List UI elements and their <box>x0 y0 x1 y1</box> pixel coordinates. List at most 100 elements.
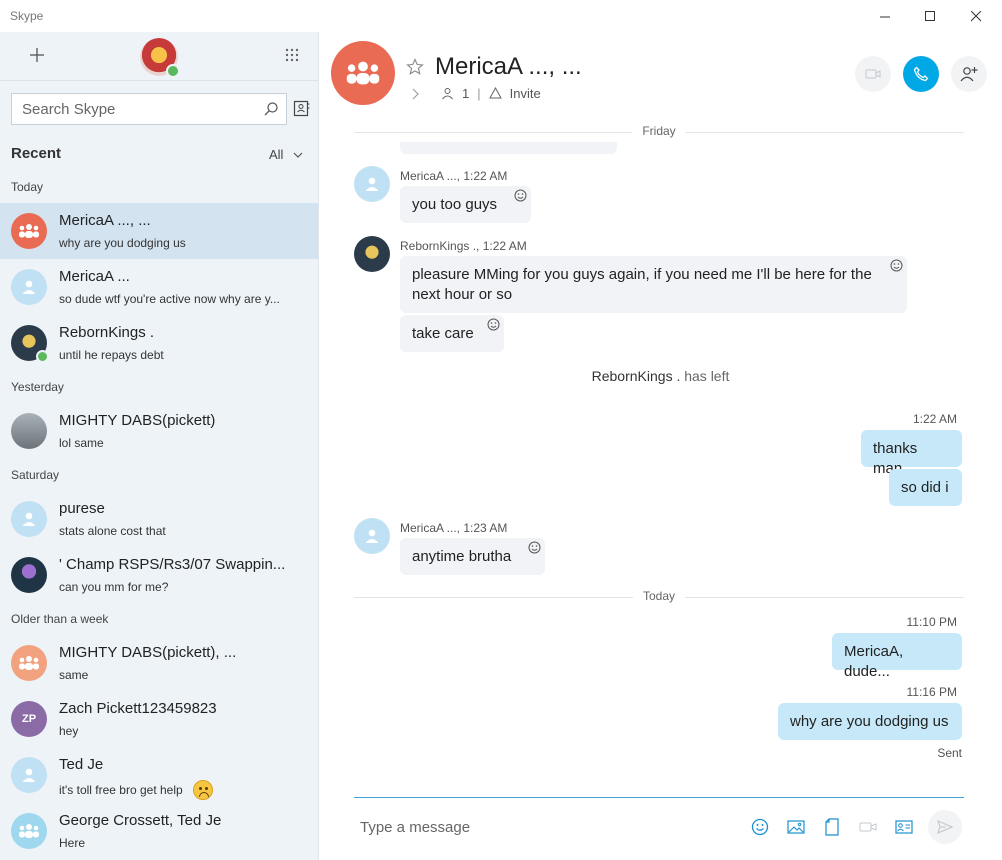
user-avatar <box>11 501 47 537</box>
video-message-button[interactable] <box>858 817 878 837</box>
message-bubble[interactable]: anytime brutha <box>400 538 545 575</box>
conversation-name: Ted Je <box>59 756 104 773</box>
emoji-button[interactable] <box>750 817 770 837</box>
contacts-book-icon[interactable] <box>293 100 310 117</box>
chevron-down-icon <box>294 152 303 158</box>
add-person-icon <box>960 67 978 82</box>
compose-divider <box>354 797 964 798</box>
recent-filter-label: All <box>269 147 284 162</box>
previous-message-bubble[interactable] <box>400 142 617 154</box>
search-input[interactable] <box>22 100 252 118</box>
message-input[interactable] <box>360 812 740 842</box>
group-label-older: Older than a week <box>11 612 109 626</box>
search-icon <box>264 102 278 116</box>
chevron-right-icon[interactable] <box>411 88 419 100</box>
conversation-preview: hey <box>59 724 79 738</box>
smiley-react-icon[interactable] <box>514 189 527 202</box>
message-meta: MericaA ..., 1:22 AM <box>400 169 507 183</box>
message-meta: RebornKings ., 1:22 AM <box>400 239 527 253</box>
conversation-item[interactable]: ' Champ RSPS/Rs3/07 Swappin... can you m… <box>0 547 318 603</box>
system-message-action: has left <box>684 368 730 384</box>
maximize-icon <box>924 10 935 21</box>
participants-icon <box>442 88 453 100</box>
message-time: 1:23 AM <box>463 521 508 535</box>
message-time: 11:16 PM <box>906 685 957 699</box>
conversation-name: ' Champ RSPS/Rs3/07 Swappin... <box>59 556 286 573</box>
sidebar-toolbar <box>0 32 318 80</box>
user-avatar <box>11 413 47 449</box>
send-image-button[interactable] <box>786 817 806 837</box>
sad-face-emoji-icon <box>192 780 213 800</box>
day-separator-label: Friday <box>632 124 686 138</box>
sender-avatar[interactable] <box>354 236 390 272</box>
conversation-preview: stats alone cost that <box>59 524 166 538</box>
close-button[interactable] <box>953 0 999 32</box>
user-avatar <box>11 325 49 363</box>
sender-name: MericaA ..., <box>400 169 461 183</box>
conversation-preview-text: it's toll free bro get help <box>59 783 183 797</box>
system-message: RebornKings . has left <box>319 368 1002 384</box>
meta-separator: | <box>477 86 481 101</box>
video-call-button[interactable] <box>855 56 891 92</box>
message-list[interactable]: Friday MericaA ..., 1:22 AM you too guys… <box>319 116 1002 796</box>
smiley-react-icon[interactable] <box>890 259 903 272</box>
sent-status: Sent <box>937 746 962 760</box>
conversation-item[interactable]: MIGHTY DABS(pickett), ... same <box>0 635 318 691</box>
group-people-icon <box>19 656 39 670</box>
outgoing-message-bubble[interactable]: thanks man <box>861 430 962 477</box>
message-bubble[interactable]: you too guys <box>400 186 531 223</box>
outgoing-message-bubble[interactable]: MericaA, dude... <box>832 633 962 680</box>
user-avatar <box>11 757 47 793</box>
message-time: 1:22 AM <box>482 239 527 253</box>
conversation-item[interactable]: RebornKings . until he repays debt <box>0 315 318 371</box>
chat-group-avatar[interactable] <box>331 41 395 105</box>
conversation-item[interactable]: purese stats alone cost that <box>0 491 318 547</box>
chat-meta: 1 | Invite <box>411 86 541 101</box>
day-separator-label: Today <box>632 589 686 603</box>
chat-title[interactable]: MericaA ..., ... <box>435 53 582 81</box>
send-button[interactable] <box>928 810 962 844</box>
conversation-item[interactable]: Ted Je it's toll free bro get help <box>0 747 318 803</box>
message-meta: MericaA ..., 1:23 AM <box>400 521 507 535</box>
conversation-item[interactable]: MericaA ..., ... why are you dodging us <box>0 203 318 259</box>
invite-link[interactable]: Invite <box>510 86 541 101</box>
outgoing-message-bubble[interactable]: why are you dodging us <box>778 703 962 740</box>
recent-filter-dropdown[interactable]: All <box>269 147 303 162</box>
group-people-icon <box>19 824 39 838</box>
conversation-preview: why are you dodging us <box>59 236 186 250</box>
send-contact-button[interactable] <box>894 817 914 837</box>
favorite-star-icon[interactable] <box>406 58 424 76</box>
conversation-item[interactable]: ZP Zach Pickett123459823 hey <box>0 691 318 747</box>
smiley-react-icon[interactable] <box>487 318 500 331</box>
sender-avatar[interactable] <box>354 518 390 554</box>
maximize-button[interactable] <box>907 0 953 32</box>
chat-header: MericaA ..., ... 1 | Invite <box>319 32 1002 116</box>
person-icon <box>365 177 379 191</box>
conversation-item[interactable]: George Crossett, Ted Je Here <box>0 803 318 859</box>
message-bubble[interactable]: pleasure MMing for you guys again, if yo… <box>400 256 907 313</box>
add-people-button[interactable] <box>951 56 987 92</box>
send-file-button[interactable] <box>822 817 842 837</box>
person-icon <box>22 768 36 782</box>
smiley-react-icon[interactable] <box>528 541 541 554</box>
minimize-button[interactable] <box>862 0 908 32</box>
conversation-name: purese <box>59 500 105 517</box>
outgoing-message-bubble[interactable]: so did i <box>889 469 962 506</box>
new-chat-plus-icon[interactable] <box>26 44 48 66</box>
audio-call-button[interactable] <box>903 56 939 92</box>
conversation-item[interactable]: MericaA ... so dude wtf you're active no… <box>0 259 318 315</box>
online-status-dot <box>36 350 49 363</box>
group-label-saturday: Saturday <box>11 468 60 482</box>
group-avatar <box>11 813 47 849</box>
participants-count[interactable]: 1 <box>462 86 469 101</box>
conversation-name: RebornKings . <box>59 324 155 341</box>
search-box[interactable] <box>11 93 287 125</box>
system-message-user[interactable]: RebornKings . <box>592 368 681 384</box>
profile-avatar[interactable] <box>140 38 180 78</box>
conversation-item[interactable]: MIGHTY DABS(pickett) lol same <box>0 403 318 459</box>
sender-avatar[interactable] <box>354 166 390 202</box>
dialpad-icon[interactable] <box>285 48 299 62</box>
file-icon <box>825 818 839 836</box>
contact-card-icon <box>895 820 913 834</box>
conversation-name: MericaA ..., ... <box>59 212 151 229</box>
